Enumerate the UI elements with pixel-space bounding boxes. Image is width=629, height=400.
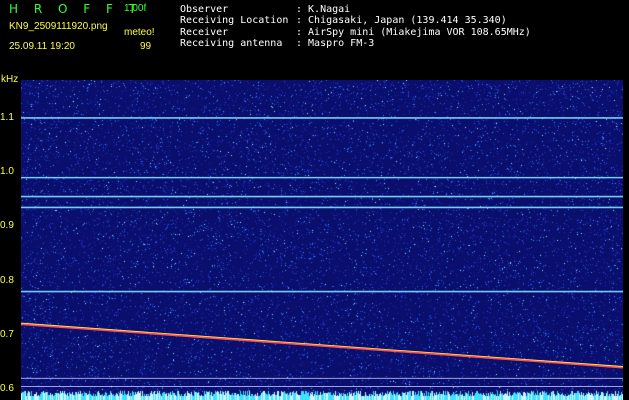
info-value-receiver: : AirSpy mini (Miakejima VOR 108.65MHz) (296, 27, 531, 38)
y-axis-unit: kHz (1, 74, 19, 85)
info-value-location: : Chigasaki, Japan (139.414 35.340) (296, 15, 507, 26)
info-label-antenna: Receiving antenna (180, 38, 283, 49)
info-value-antenna: : Maspro FM-3 (296, 38, 375, 49)
header-panel: H R O F F T 1.00f KN9_2509111920.png met… (0, 0, 629, 80)
spectrogram-plot (21, 117, 623, 387)
drift-carrier-line (21, 323, 623, 369)
app-title: H R O F F T (9, 2, 143, 16)
info-label-location: Receiving Location (180, 15, 289, 26)
mode-label: meteo! (124, 27, 155, 38)
y-tick-label: 1.0 (0, 166, 14, 178)
info-value-observer: : K.Nagai (296, 4, 351, 15)
file-name: KN9_2509111920.png (9, 21, 108, 32)
y-tick-label: 1.1 (0, 111, 14, 123)
drift-carrier-highlight (21, 322, 623, 367)
timestamp: 25.09.11 19:20 (9, 41, 75, 52)
info-label-observer: Observer (180, 4, 229, 15)
y-tick-label: 0.6 (0, 383, 14, 395)
y-tick-label: 0.9 (0, 220, 14, 232)
y-tick-label: 0.8 (0, 274, 14, 286)
count-value: 99 (140, 41, 152, 52)
info-label-receiver: Receiver (180, 27, 229, 38)
y-tick-label: 0.7 (0, 328, 14, 340)
app-version: 1.00f (124, 3, 147, 14)
